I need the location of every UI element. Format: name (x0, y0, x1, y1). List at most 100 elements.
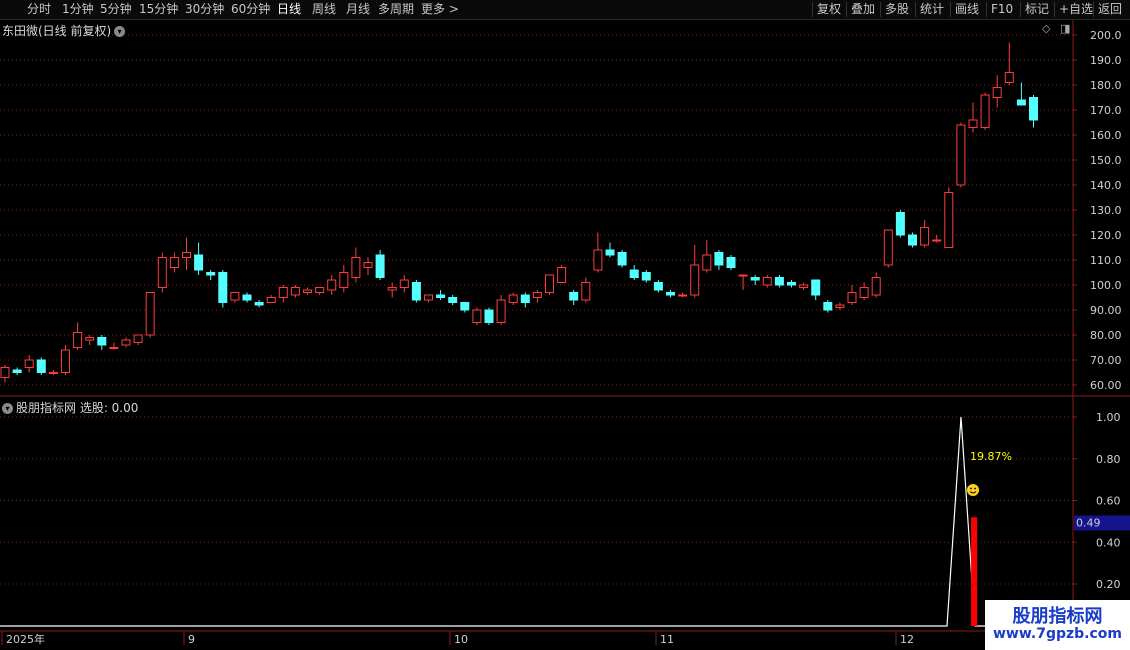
candle-body (218, 272, 228, 303)
y-tick-label: 60.00 (1090, 379, 1122, 392)
candle-body (557, 267, 567, 283)
candle-body (1029, 97, 1038, 121)
candle-body (895, 212, 905, 236)
candle-body (496, 299, 506, 323)
candle-body (702, 254, 712, 271)
y-tick-label: 120.0 (1090, 229, 1122, 242)
candle-body (278, 287, 288, 298)
candle-body (871, 277, 881, 296)
smiley-icon (967, 484, 979, 496)
candle-body (290, 287, 300, 296)
candle-body (569, 292, 579, 301)
candle-body (750, 277, 760, 281)
candle-body (472, 309, 482, 323)
candle-body (617, 252, 627, 266)
candle-body (762, 277, 772, 286)
y-tick-label: 0.80 (1096, 453, 1121, 466)
candle-body (12, 369, 22, 373)
candle-body (484, 309, 494, 323)
y-tick-label: 110.0 (1090, 254, 1122, 267)
candle-body (266, 297, 276, 303)
candle-body (835, 304, 845, 308)
diamond-icon[interactable]: ◇ (1042, 22, 1050, 35)
candle-body (411, 282, 421, 301)
candle-body (399, 279, 409, 288)
candle-body (532, 292, 542, 298)
candle-body (109, 347, 119, 349)
candle-body (133, 334, 143, 343)
candle-body (920, 227, 930, 246)
candle-body (0, 367, 10, 378)
candle-body (85, 337, 95, 341)
candle-body (145, 292, 155, 336)
candle-body (726, 257, 736, 268)
candle-body (666, 292, 675, 296)
y-tick-label: 140.0 (1090, 179, 1122, 192)
y-tick-label: 130.0 (1090, 204, 1122, 217)
y-tick-label: 180.0 (1090, 79, 1122, 92)
candle-body (363, 262, 373, 268)
smiley-eye (974, 487, 976, 490)
candle-body (641, 272, 651, 281)
candle-body (823, 302, 833, 311)
candle-body (61, 349, 70, 373)
candle-body (932, 239, 942, 242)
y-tick-label: 0.40 (1096, 536, 1121, 549)
signal-bar (971, 517, 978, 626)
candle-body (230, 292, 240, 301)
candle-body (653, 282, 663, 291)
candle-body (339, 272, 349, 288)
candle-body (992, 87, 1002, 98)
candle-body (206, 272, 216, 276)
indicator-line (0, 416, 985, 627)
chart-canvas: 19.87% 200.0 190.0 180.0 170.0 160.0 150.0 140… (0, 20, 1130, 646)
annotation-label: 19.87% (970, 450, 1012, 463)
y-tick-label: 0.60 (1096, 495, 1121, 508)
candle-body (956, 124, 966, 186)
candle-body (36, 359, 46, 373)
watermark-url: www.7gpzb.com (992, 626, 1122, 642)
candle-body (327, 279, 337, 291)
y-tick-label: 100.0 (1090, 279, 1122, 292)
candle-body (629, 269, 639, 278)
candle-body (375, 254, 385, 278)
candle-body (980, 94, 990, 128)
candle-body (545, 274, 554, 293)
candle-body (787, 282, 796, 286)
candle-body (24, 359, 34, 368)
stock-title-text: 东田微(日线 前复权) (2, 24, 112, 38)
candle-body (315, 287, 325, 293)
candle-body (605, 249, 615, 256)
smiley-eye (970, 487, 972, 490)
candle-body (387, 287, 397, 291)
candle-body (678, 294, 688, 297)
candle-body (859, 287, 869, 298)
candle-body (182, 252, 191, 258)
chevron-down-icon[interactable]: ▾ (2, 403, 13, 414)
candle-body (508, 294, 518, 303)
candle-body (908, 234, 917, 246)
candle-body (520, 294, 530, 303)
candle-body (254, 302, 264, 306)
candle-body (690, 264, 700, 296)
y-tick-label: 190.0 (1090, 54, 1122, 67)
candle-body (351, 257, 361, 278)
candle-body (1004, 72, 1014, 83)
current-value-label: 0.49 (1076, 516, 1101, 529)
x-tick-label: 2025年 (6, 632, 45, 646)
candle-body (593, 249, 603, 271)
watermark-logo: 股朋指标网 www.7gpzb.com (985, 600, 1130, 650)
candle-body (799, 284, 809, 288)
candle-body (714, 252, 724, 266)
indicator-title-text: 股朋指标网 选股: 0.00 (16, 401, 139, 415)
chevron-down-icon[interactable]: ▾ (114, 26, 126, 37)
y-tick-label: 170.0 (1090, 104, 1122, 117)
y-tick-label: 200.0 (1090, 29, 1122, 42)
x-tick-label: 12 (900, 633, 914, 646)
candle-body (944, 192, 954, 248)
watermark-name: 股朋指标网 (1012, 606, 1103, 627)
candle-body (448, 297, 458, 303)
indicator-title: ▾ 股朋指标网 选股: 0.00 (2, 399, 138, 416)
candle-body (460, 302, 470, 311)
window-toggle-icon[interactable]: ◨ (1060, 22, 1070, 35)
